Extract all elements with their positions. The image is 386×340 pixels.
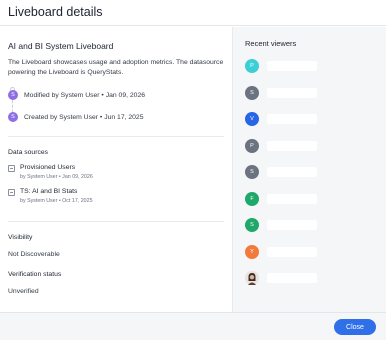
history-text: Modified by System User • Jan 09, 2026 [24,91,146,99]
liveboard-details-dialog: Liveboard details AI and BI System Liveb… [0,0,386,340]
avatar: S [8,112,18,122]
verification-label: Verification status [8,271,62,278]
viewer-item[interactable]: P [245,138,381,153]
viewer-item[interactable]: S [245,85,381,100]
visibility-value: Not Discoverable [8,251,60,258]
viewer-name-placeholder [267,220,317,230]
viewer-item[interactable]: P [245,59,381,73]
recent-viewers-panel: Recent viewers PSVPSFSY [232,27,386,312]
viewer-item[interactable]: F [245,191,381,206]
liveboard-description: The Liveboard showcases usage and adopti… [8,59,224,76]
history-item-created: S Created by System User • Jun 17, 2025 [8,111,144,123]
table-icon [8,165,15,172]
avatar: P [245,59,259,73]
viewer-item[interactable]: S [245,218,381,232]
viewer-name-placeholder [267,140,317,151]
avatar: S [8,90,18,100]
verification-value: Unverified [8,288,39,295]
viewer-name-placeholder [267,273,317,283]
avatar: Y [245,244,259,259]
viewer-item[interactable]: S [245,165,381,179]
divider [8,221,224,222]
divider [8,136,224,137]
viewer-name-placeholder [267,167,317,177]
viewer-item[interactable]: V [245,112,381,126]
history-item-modified: S Modified by System User • Jan 09, 2026 [8,89,145,101]
data-sources-label: Data sources [8,149,49,156]
recent-viewers-title: Recent viewers [245,39,297,48]
user-photo-icon [245,271,259,285]
table-icon [8,189,15,196]
viewer-name-placeholder [267,114,317,124]
viewer-name-placeholder [267,87,317,98]
data-source-meta: by System User • Jan 09, 2026 [20,174,93,180]
dialog-title: Liveboard details [8,5,103,19]
avatar: S [245,85,259,100]
close-button[interactable]: Close [334,319,376,335]
liveboard-title: AI and BI System Liveboard [8,41,114,51]
viewer-name-placeholder [267,193,317,204]
avatar: S [245,218,259,232]
avatar: V [245,112,259,126]
avatar: P [245,138,259,153]
details-panel: AI and BI System Liveboard The Liveboard… [0,27,232,312]
avatar [245,271,259,285]
avatar: F [245,191,259,206]
data-source-name[interactable]: TS: AI and BI Stats [20,188,77,195]
visibility-label: Visibility [8,234,33,241]
dialog-header: Liveboard details [0,0,386,26]
viewer-name-placeholder [267,246,317,257]
avatar: S [245,165,259,179]
viewer-name-placeholder [267,61,317,71]
viewer-item[interactable]: Y [245,244,381,259]
data-source-meta: by System User • Oct 17, 2025 [20,198,93,204]
data-source-name[interactable]: Provisioned Users [20,164,75,171]
viewer-item[interactable] [245,271,381,285]
history-text: Created by System User • Jun 17, 2025 [24,113,144,121]
dialog-footer: Close [0,312,386,340]
